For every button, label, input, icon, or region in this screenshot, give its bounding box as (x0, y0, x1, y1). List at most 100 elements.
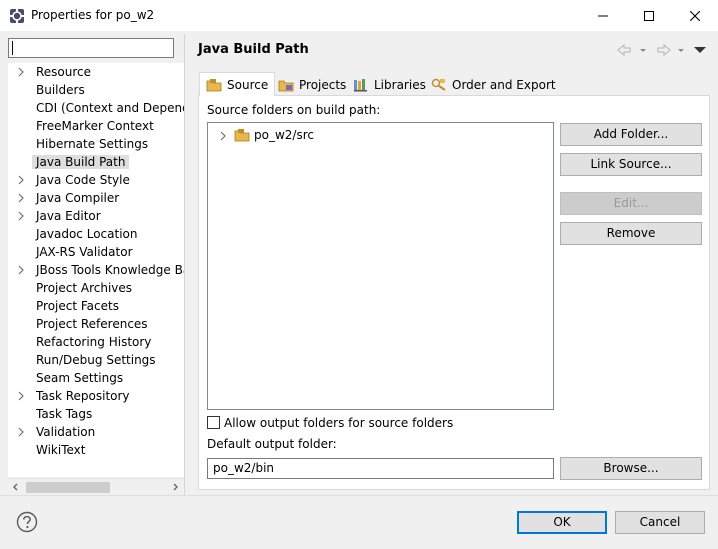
maximize-button[interactable] (626, 0, 672, 31)
tree-item[interactable]: Task Tags (8, 405, 184, 423)
scrollbar-thumb[interactable] (26, 482, 110, 493)
tree-item-label: Project Archives (36, 281, 133, 295)
scroll-left-icon[interactable] (11, 482, 21, 492)
tree-item[interactable]: Java Editor (8, 207, 184, 225)
tree-item-label: Java Build Path (32, 155, 130, 169)
package-folder-icon (234, 129, 250, 142)
tree-item-label: JBoss Tools Knowledge Bas (36, 263, 184, 277)
tree-item[interactable]: JBoss Tools Knowledge Bas (8, 261, 184, 279)
tab-label: Libraries (374, 78, 426, 92)
tree-item[interactable]: Hibernate Settings (8, 135, 184, 153)
close-icon (690, 10, 700, 21)
forward-menu-icon[interactable] (678, 49, 684, 52)
tree-item[interactable]: Seam Settings (8, 369, 184, 387)
tree-item[interactable]: WikiText (8, 441, 184, 459)
default-output-folder-label: Default output folder: (207, 437, 337, 451)
tab-order-and-export[interactable]: Order and Export (425, 74, 562, 96)
tree-item-label: Validation (36, 425, 96, 439)
tree-item-label: Hibernate Settings (36, 137, 149, 151)
chevron-right-icon[interactable] (218, 131, 228, 141)
tree-item-label: WikiText (36, 443, 86, 457)
allow-output-folders-label: Allow output folders for source folders (224, 416, 454, 430)
chevron-right-icon[interactable] (16, 211, 26, 221)
tree-item-label: Builders (36, 83, 85, 97)
link-source-button[interactable]: Link Source... (560, 153, 702, 176)
tree-horizontal-scrollbar[interactable] (8, 478, 184, 495)
source-folder-list[interactable]: po_w2/src (207, 122, 554, 410)
tree-item[interactable]: Validation (8, 423, 184, 441)
tree-item[interactable]: Project Facets (8, 297, 184, 315)
tree-item-label: Project Facets (36, 299, 119, 313)
browse-button[interactable]: Browse... (560, 457, 702, 480)
page-navigation (617, 43, 706, 57)
help-icon[interactable] (16, 511, 38, 533)
page-title: Java Build Path (198, 42, 309, 57)
order-export-icon (431, 78, 446, 91)
back-arrow-icon[interactable] (617, 43, 631, 57)
tree-item[interactable]: FreeMarker Context (8, 117, 184, 135)
tree-item[interactable]: Java Code Style (8, 171, 184, 189)
tree-item-label: Java Code Style (36, 173, 130, 187)
back-menu-icon[interactable] (640, 49, 646, 52)
tab-label: Order and Export (452, 78, 556, 92)
bottom-separator (0, 495, 718, 496)
projects-icon (278, 80, 294, 92)
tree-item-label: CDI (Context and Dependen (36, 101, 184, 115)
tree-item[interactable]: Project References (8, 315, 184, 333)
chevron-right-icon[interactable] (16, 193, 26, 203)
minimize-button[interactable] (580, 0, 626, 31)
tab-libraries[interactable]: Libraries (347, 74, 432, 96)
chevron-right-icon[interactable] (16, 265, 26, 275)
source-folders-label: Source folders on build path: (207, 103, 381, 117)
tree-item[interactable]: Java Compiler (8, 189, 184, 207)
edit-button[interactable]: Edit... (560, 192, 702, 215)
close-button[interactable] (672, 0, 718, 31)
chevron-right-icon[interactable] (16, 67, 26, 77)
chevron-right-icon[interactable] (16, 427, 26, 437)
libraries-icon (354, 79, 367, 92)
tree-item-label: Task Tags (36, 407, 93, 421)
tree-item-label: Task Repository (36, 389, 130, 403)
add-folder-button[interactable]: Add Folder... (560, 123, 702, 146)
tree-item[interactable]: CDI (Context and Dependen (8, 99, 184, 117)
pane-divider[interactable] (184, 34, 185, 495)
tab-label: Source (227, 77, 269, 92)
tab-source[interactable]: Source (199, 72, 276, 96)
tree-item-label: JAX-RS Validator (36, 245, 133, 259)
tree-item[interactable]: JAX-RS Validator (8, 243, 184, 261)
tree-item[interactable]: Project Archives (8, 279, 184, 297)
scroll-right-icon[interactable] (170, 482, 180, 492)
remove-button[interactable]: Remove (560, 222, 702, 245)
tree-item[interactable]: Refactoring History (8, 333, 184, 351)
tree-item-label: Java Compiler (36, 191, 120, 205)
title-bar: Properties for po_w2 (0, 0, 718, 31)
tree-item-label: Seam Settings (36, 371, 124, 385)
tree-item-label: Run/Debug Settings (36, 353, 156, 367)
chevron-right-icon[interactable] (16, 175, 26, 185)
default-output-folder-field[interactable]: po_w2/bin (207, 458, 554, 479)
cancel-button[interactable]: Cancel (615, 511, 705, 534)
tree-item[interactable]: Builders (8, 81, 184, 99)
tab-projects[interactable]: Projects (272, 74, 352, 96)
tree-item-label: Javadoc Location (36, 227, 138, 241)
tree-item[interactable]: Run/Debug Settings (8, 351, 184, 369)
property-page-tree[interactable]: Resource Builders CDI (Context and Depende… (8, 63, 184, 477)
tree-item[interactable]: Resource (8, 63, 184, 81)
tree-item-label: FreeMarker Context (36, 119, 154, 133)
minimize-icon (598, 15, 608, 16)
ok-button[interactable]: OK (517, 511, 607, 534)
filter-input[interactable] (8, 38, 174, 58)
tree-item-label: Resource (36, 65, 92, 79)
source-folder-label: po_w2/src (254, 128, 314, 142)
source-folder-icon (206, 78, 222, 91)
eclipse-properties-icon (10, 9, 24, 23)
view-menu-icon[interactable] (694, 47, 706, 53)
tree-item[interactable]: Java Build Path (8, 153, 184, 171)
chevron-right-icon[interactable] (16, 391, 26, 401)
window-title: Properties for po_w2 (31, 8, 155, 22)
tree-item[interactable]: Javadoc Location (8, 225, 184, 243)
forward-arrow-icon[interactable] (657, 43, 671, 57)
tab-label: Projects (299, 78, 347, 92)
tree-item[interactable]: Task Repository (8, 387, 184, 405)
allow-output-folders-checkbox[interactable] (207, 416, 220, 429)
